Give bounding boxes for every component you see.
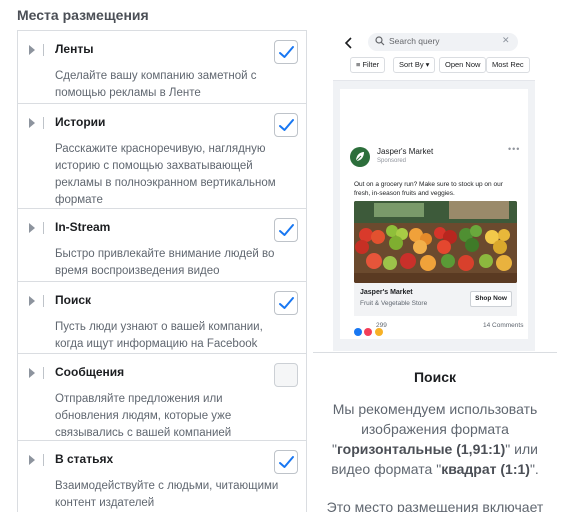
placement-checkbox[interactable]: [274, 363, 298, 387]
preview-more-text: Это место размещения включает: [326, 499, 544, 512]
placement-description: Пусть люди узнают о вашей компании, когд…: [55, 321, 263, 350]
placement-name: Истории: [55, 115, 106, 129]
placement-preview: Search query ✕ ≡ Filter Sort By ▾ Open N…: [333, 29, 535, 351]
sponsored-label: Sponsored: [377, 158, 407, 164]
market-produce-image: [354, 201, 517, 283]
search-icon: [375, 36, 385, 46]
comments-count: 14 Comments: [483, 322, 524, 329]
reactions-count: 299: [376, 322, 387, 329]
placement-name: Поиск: [55, 293, 92, 307]
section-title: Места размещения: [17, 7, 149, 23]
cta-panel: Jasper's Market Fruit & Vegetable Store …: [354, 283, 517, 316]
placement-checkbox[interactable]: [274, 291, 298, 315]
divider: [43, 117, 44, 129]
post-text: Out on a grocery run? Make sure to stock…: [354, 181, 503, 197]
preview-search-header: Search query ✕ ≡ Filter Sort By ▾ Open N…: [333, 29, 535, 81]
placement-description: Быстро привлекайте внимание людей во вре…: [55, 248, 275, 277]
divider: [313, 352, 557, 353]
placement-name: В статьях: [55, 452, 114, 466]
placement-stories[interactable]: Истории Расскажите красноречивую, нагляд…: [18, 104, 306, 209]
placement-checkbox[interactable]: [274, 218, 298, 242]
love-icon: [364, 327, 373, 336]
leaf-logo-icon: [355, 152, 364, 162]
placement-description: Сделайте вашу компанию заметной с помощь…: [55, 70, 257, 99]
placement-name: Ленты: [55, 42, 94, 56]
expand-caret-icon[interactable]: [29, 118, 35, 128]
checkmark-icon: [279, 456, 294, 468]
page-avatar: [350, 147, 370, 167]
placement-checkbox[interactable]: [274, 450, 298, 474]
filter-chip: ≡ Filter: [350, 57, 386, 73]
page-name: Jasper's Market: [377, 147, 434, 156]
divider: [43, 222, 44, 234]
preview-description: Мы рекомендуем использовать изображения …: [331, 401, 539, 477]
close-icon: ✕: [502, 35, 510, 45]
checkmark-icon: [279, 297, 294, 309]
shop-now-button: Shop Now: [470, 291, 512, 307]
format-horizontal: горизонтальные (1,91:1): [337, 441, 506, 457]
placement-messages[interactable]: Сообщения Отправляйте предложения или об…: [18, 354, 306, 441]
placement-search[interactable]: Поиск Пусть люди узнают о вашей компании…: [18, 282, 306, 354]
expand-caret-icon[interactable]: [29, 45, 35, 55]
search-placeholder: Search query: [389, 36, 440, 46]
placement-description: Расскажите красноречивую, наглядную исто…: [55, 143, 276, 206]
placements-list: Ленты Сделайте вашу компанию заметной с …: [17, 30, 307, 512]
chevron-down-icon: ▾: [423, 60, 430, 69]
open-now-chip: Open Now: [439, 57, 487, 73]
placement-checkbox[interactable]: [274, 40, 298, 64]
preview-search-input: Search query ✕: [368, 33, 518, 51]
placement-feeds[interactable]: Ленты Сделайте вашу компанию заметной с …: [18, 31, 306, 104]
preview-title: Поиск: [413, 369, 456, 385]
expand-caret-icon[interactable]: [29, 455, 35, 465]
cta-title: Jasper's Market: [360, 289, 413, 296]
placement-description: Отправляйте предложения или обновления л…: [55, 393, 232, 439]
placement-articles[interactable]: В статьях Взаимодействуйте с людьми, чит…: [18, 441, 306, 512]
format-square: квадрат (1:1): [441, 461, 530, 477]
divider: [43, 44, 44, 56]
expand-caret-icon[interactable]: [29, 368, 35, 378]
checkmark-icon: [279, 119, 294, 131]
like-icon: [354, 327, 362, 336]
divider: [43, 295, 44, 307]
placement-name: Сообщения: [55, 365, 125, 379]
expand-caret-icon[interactable]: [29, 223, 35, 233]
more-options-icon: •••: [508, 144, 521, 154]
checkmark-icon: [279, 46, 294, 58]
checkmark-icon: [279, 224, 294, 236]
placement-instream[interactable]: In-Stream Быстро привлекайте внимание лю…: [18, 209, 306, 282]
divider: [43, 367, 44, 379]
placement-description: Взаимодействуйте с людьми, читающими кон…: [55, 480, 279, 509]
divider: [43, 454, 44, 466]
cta-subtitle: Fruit & Vegetable Store: [360, 300, 428, 307]
most-recent-chip: Most Rec: [486, 57, 530, 73]
sort-chip: Sort By ▾: [393, 57, 436, 73]
expand-caret-icon[interactable]: [29, 296, 35, 306]
back-arrow-icon: [344, 37, 352, 49]
placement-name: In-Stream: [55, 220, 111, 234]
sample-ad-post: Jasper's Market Sponsored ••• Out on a g…: [340, 139, 528, 339]
placement-checkbox[interactable]: [274, 113, 298, 137]
